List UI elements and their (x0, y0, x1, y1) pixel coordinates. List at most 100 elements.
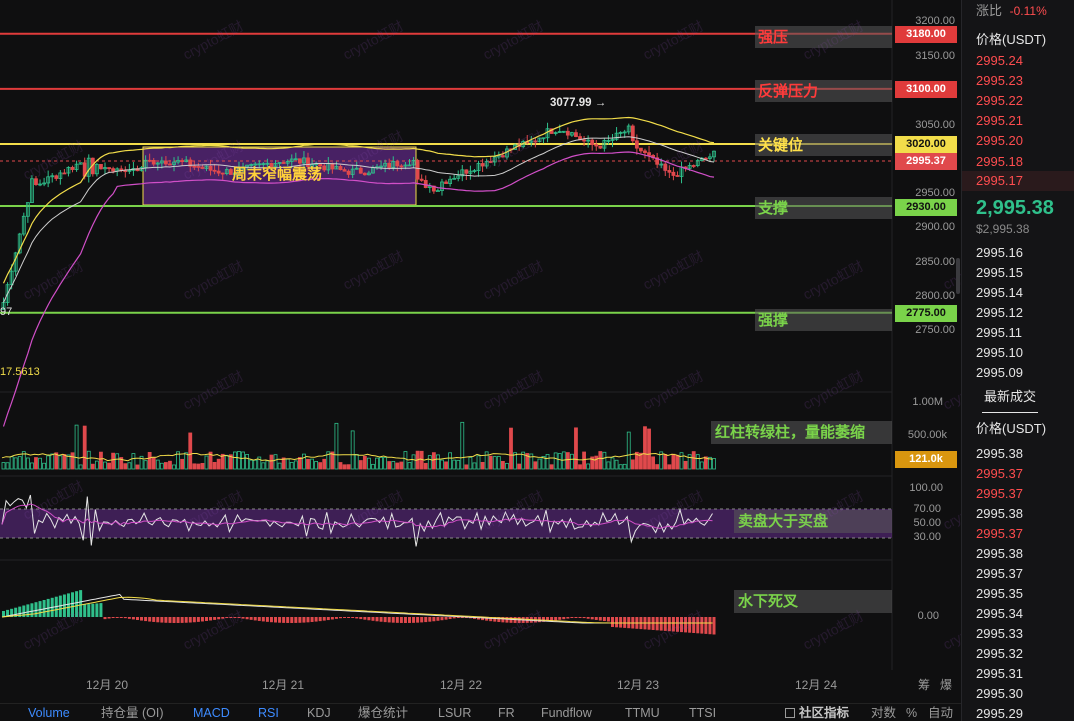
volume-bar (476, 455, 481, 470)
macd-histogram-bar (172, 617, 176, 623)
bid-price-row[interactable]: 2995.11 (976, 325, 1022, 341)
volume-bar (200, 462, 205, 470)
tab-rsi[interactable]: RSI (258, 706, 279, 721)
latest-trades-title[interactable]: 最新成交 (984, 389, 1036, 405)
macd-histogram-bar (708, 617, 712, 635)
macd-histogram-bar (127, 617, 131, 619)
community-indicators-label: 社区指标 (799, 706, 850, 720)
volume-bar (17, 456, 22, 470)
tab-fundflow[interactable]: Fundflow (541, 706, 592, 721)
ask-price-row[interactable]: 2995.24 (976, 53, 1023, 69)
macd-histogram-bar (180, 617, 184, 623)
trade-price-row: 2995.38 (976, 506, 1023, 521)
macd-histogram-bar (590, 617, 594, 620)
macd-histogram-bar (205, 617, 208, 621)
ask-price-row[interactable]: 2995.23 (976, 73, 1023, 89)
volume-bar (269, 454, 274, 470)
volume-bar (188, 432, 193, 470)
volume-bar (383, 456, 388, 470)
macd-histogram-bar (233, 617, 237, 618)
tab-kdj[interactable]: KDJ (307, 706, 331, 721)
tab-lsur[interactable]: LSUR (438, 706, 471, 721)
volume-bar (354, 454, 359, 470)
bid-price-row[interactable]: 2995.16 (976, 245, 1023, 261)
bid-price-row[interactable]: 2995.14 (976, 285, 1023, 301)
tab-open-interest[interactable]: 持仓量 (OI) (101, 706, 164, 721)
community-indicators-button[interactable]: 社区指标 (785, 706, 849, 721)
chart-area[interactable]: 强压 反弹压力 关键位 支撑 强撑 3200.00 3150.00 3050.0… (0, 0, 961, 703)
volume-bar (427, 455, 432, 470)
bid-price-row[interactable]: 2995.09 (976, 365, 1023, 381)
ask-price-row[interactable]: 2995.22 (976, 93, 1023, 109)
macd-histogram-bar (655, 617, 659, 631)
macd-histogram-bar (602, 617, 606, 622)
bid-price-row[interactable]: 2995.15 (976, 265, 1023, 281)
volume-bar (468, 457, 473, 470)
ask-price-row[interactable]: 2995.20 (976, 133, 1023, 149)
volume-bar (366, 457, 371, 470)
volume-bar (147, 451, 152, 470)
log-scale-toggle[interactable]: 对数 (871, 706, 896, 721)
macd-histogram-bar (558, 617, 562, 620)
volume-bar (318, 462, 323, 470)
rsi-axis-label: 70.00 (913, 503, 941, 515)
macd-histogram-bar (213, 617, 217, 620)
macd-histogram-bar (229, 617, 233, 618)
candle-body (147, 159, 152, 162)
tab-liquidation-stats[interactable]: 爆仓统计 (358, 706, 408, 721)
tab-fr[interactable]: FR (498, 706, 515, 721)
order-book-panel: 涨比 -0.11% 价格(USDT) 2,995.38 $2,995.38 最新… (956, 0, 1074, 721)
range-box-label: 周末窄幅震荡 (232, 165, 323, 183)
macd-histogram-bar (578, 617, 582, 618)
percent-scale-toggle[interactable]: % (906, 706, 917, 721)
bid-price-row[interactable]: 2995.12 (976, 305, 1023, 321)
change-ratio-value: -0.11% (1009, 4, 1047, 18)
volume-bar (431, 452, 436, 470)
macd-histogram-bar (265, 617, 269, 622)
volume-bar (537, 458, 542, 470)
liquidation-button[interactable]: 爆 (940, 676, 952, 693)
macd-histogram-bar (692, 617, 696, 633)
macd-histogram-bar (444, 617, 448, 620)
candle-body (163, 160, 168, 165)
volume-bar (204, 455, 209, 470)
current-price-tag: 2995.37 (895, 153, 957, 170)
macd-histogram-bar (582, 617, 586, 619)
rebound-resistance-price-tag: 3100.00 (895, 81, 957, 98)
macd-histogram-bar (326, 617, 330, 621)
left-cut-value-1: 97 (0, 306, 13, 318)
ask-price-row[interactable]: 2995.17 (962, 171, 1074, 191)
volume-bar (622, 463, 627, 470)
tab-macd[interactable]: MACD (193, 706, 230, 721)
panel-scrollbar[interactable] (956, 258, 960, 294)
volume-bar (253, 459, 258, 470)
ask-price-row[interactable]: 2995.21 (976, 113, 1023, 129)
auto-scale-toggle[interactable]: 自动 (928, 706, 953, 721)
tab-ttsi[interactable]: TTSI (689, 706, 716, 721)
macd-histogram-bar (274, 617, 278, 623)
candle-body (590, 139, 595, 146)
volume-bar (342, 464, 347, 470)
macd-histogram-bar (436, 617, 440, 621)
macd-histogram-bar (359, 617, 363, 620)
candle-body (196, 166, 201, 168)
volume-bar (277, 462, 282, 470)
volume-bar (395, 462, 400, 470)
arrow-right-icon: → (591, 97, 607, 109)
chip-distribution-button[interactable]: 筹 (918, 676, 930, 693)
macd-histogram-bar (570, 617, 574, 618)
strong-support-label: 强撑 (755, 309, 892, 331)
macd-histogram-bar (192, 617, 196, 623)
volume-bar (602, 451, 607, 470)
volume-bar (436, 454, 440, 470)
macd-histogram-bar (586, 617, 590, 619)
macd-histogram-bar (257, 617, 261, 621)
ask-price-row[interactable]: 2995.18 (976, 154, 1023, 170)
volume-bar (663, 454, 668, 470)
tab-ttmu[interactable]: TTMU (625, 706, 660, 721)
macd-histogram-bar (217, 617, 221, 620)
tab-volume[interactable]: Volume (28, 706, 70, 721)
bid-price-row[interactable]: 2995.10 (976, 345, 1023, 361)
volume-bar (70, 452, 75, 470)
candle-body (358, 167, 363, 174)
